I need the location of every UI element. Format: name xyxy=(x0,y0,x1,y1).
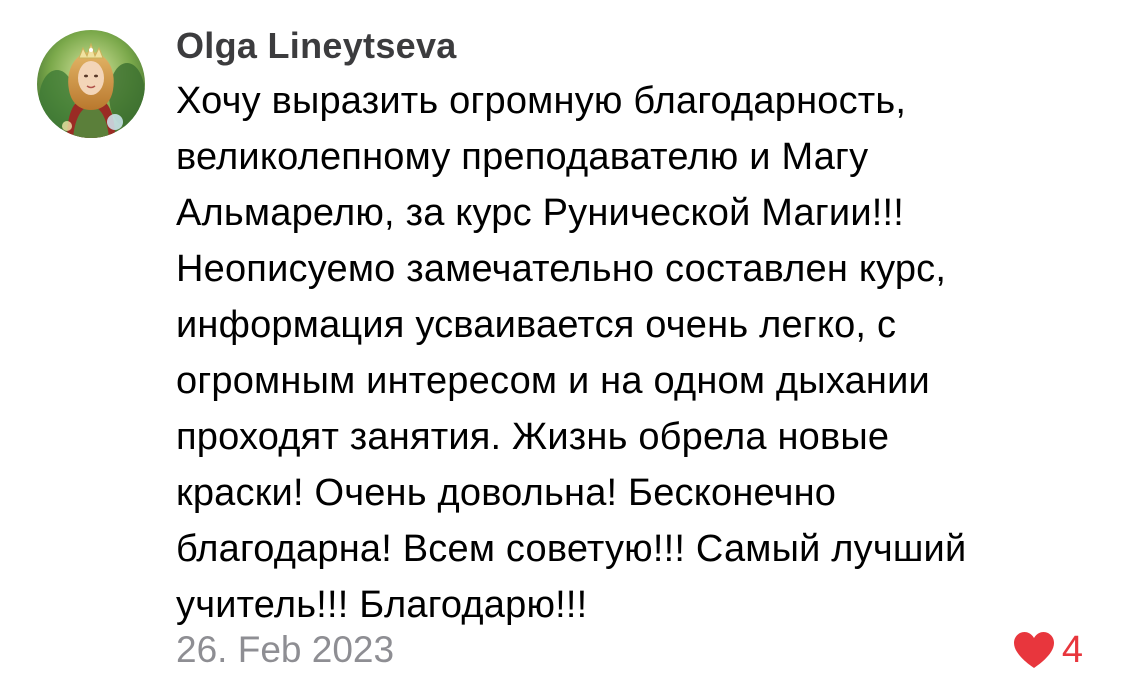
like-button[interactable]: 4 xyxy=(1012,626,1083,674)
heart-icon xyxy=(1013,632,1054,668)
comment-text: Хочу выразить огромную благодарность, ве… xyxy=(176,73,1096,633)
comment-text-line: Неописуемо замечательно составлен курс, xyxy=(176,248,947,290)
comment-card: Olga Lineytseva Хочу выразить огромную б… xyxy=(0,0,1125,696)
comment-text-line: информация усваивается очень легко, с xyxy=(176,304,897,346)
comment-text-line: Хочу выразить огромную благодарность, xyxy=(176,80,907,122)
comment-text-line: проходят занятия. Жизнь обрела новые xyxy=(176,416,890,458)
comment-text-line: огромным интересом и на одном дыхании xyxy=(176,360,930,402)
comment-text-line: великолепному преподавателю и Магу xyxy=(176,136,869,178)
comment-text-line: учитель!!! Благодарю!!! xyxy=(176,584,588,626)
comment-date: 26. Feb 2023 xyxy=(176,629,395,670)
comment-text-line: Альмарелю, за курс Рунической Магии!!! xyxy=(176,192,905,234)
author-avatar[interactable] xyxy=(37,30,145,138)
comment-text-line: краски! Очень довольна! Бесконечно xyxy=(176,472,837,514)
comment-text-line: благодарна! Всем советую!!! Самый лучший xyxy=(176,528,967,570)
avatar-photo-icon xyxy=(37,30,145,138)
author-name[interactable]: Olga Lineytseva xyxy=(176,24,457,68)
like-count: 4 xyxy=(1061,629,1083,671)
